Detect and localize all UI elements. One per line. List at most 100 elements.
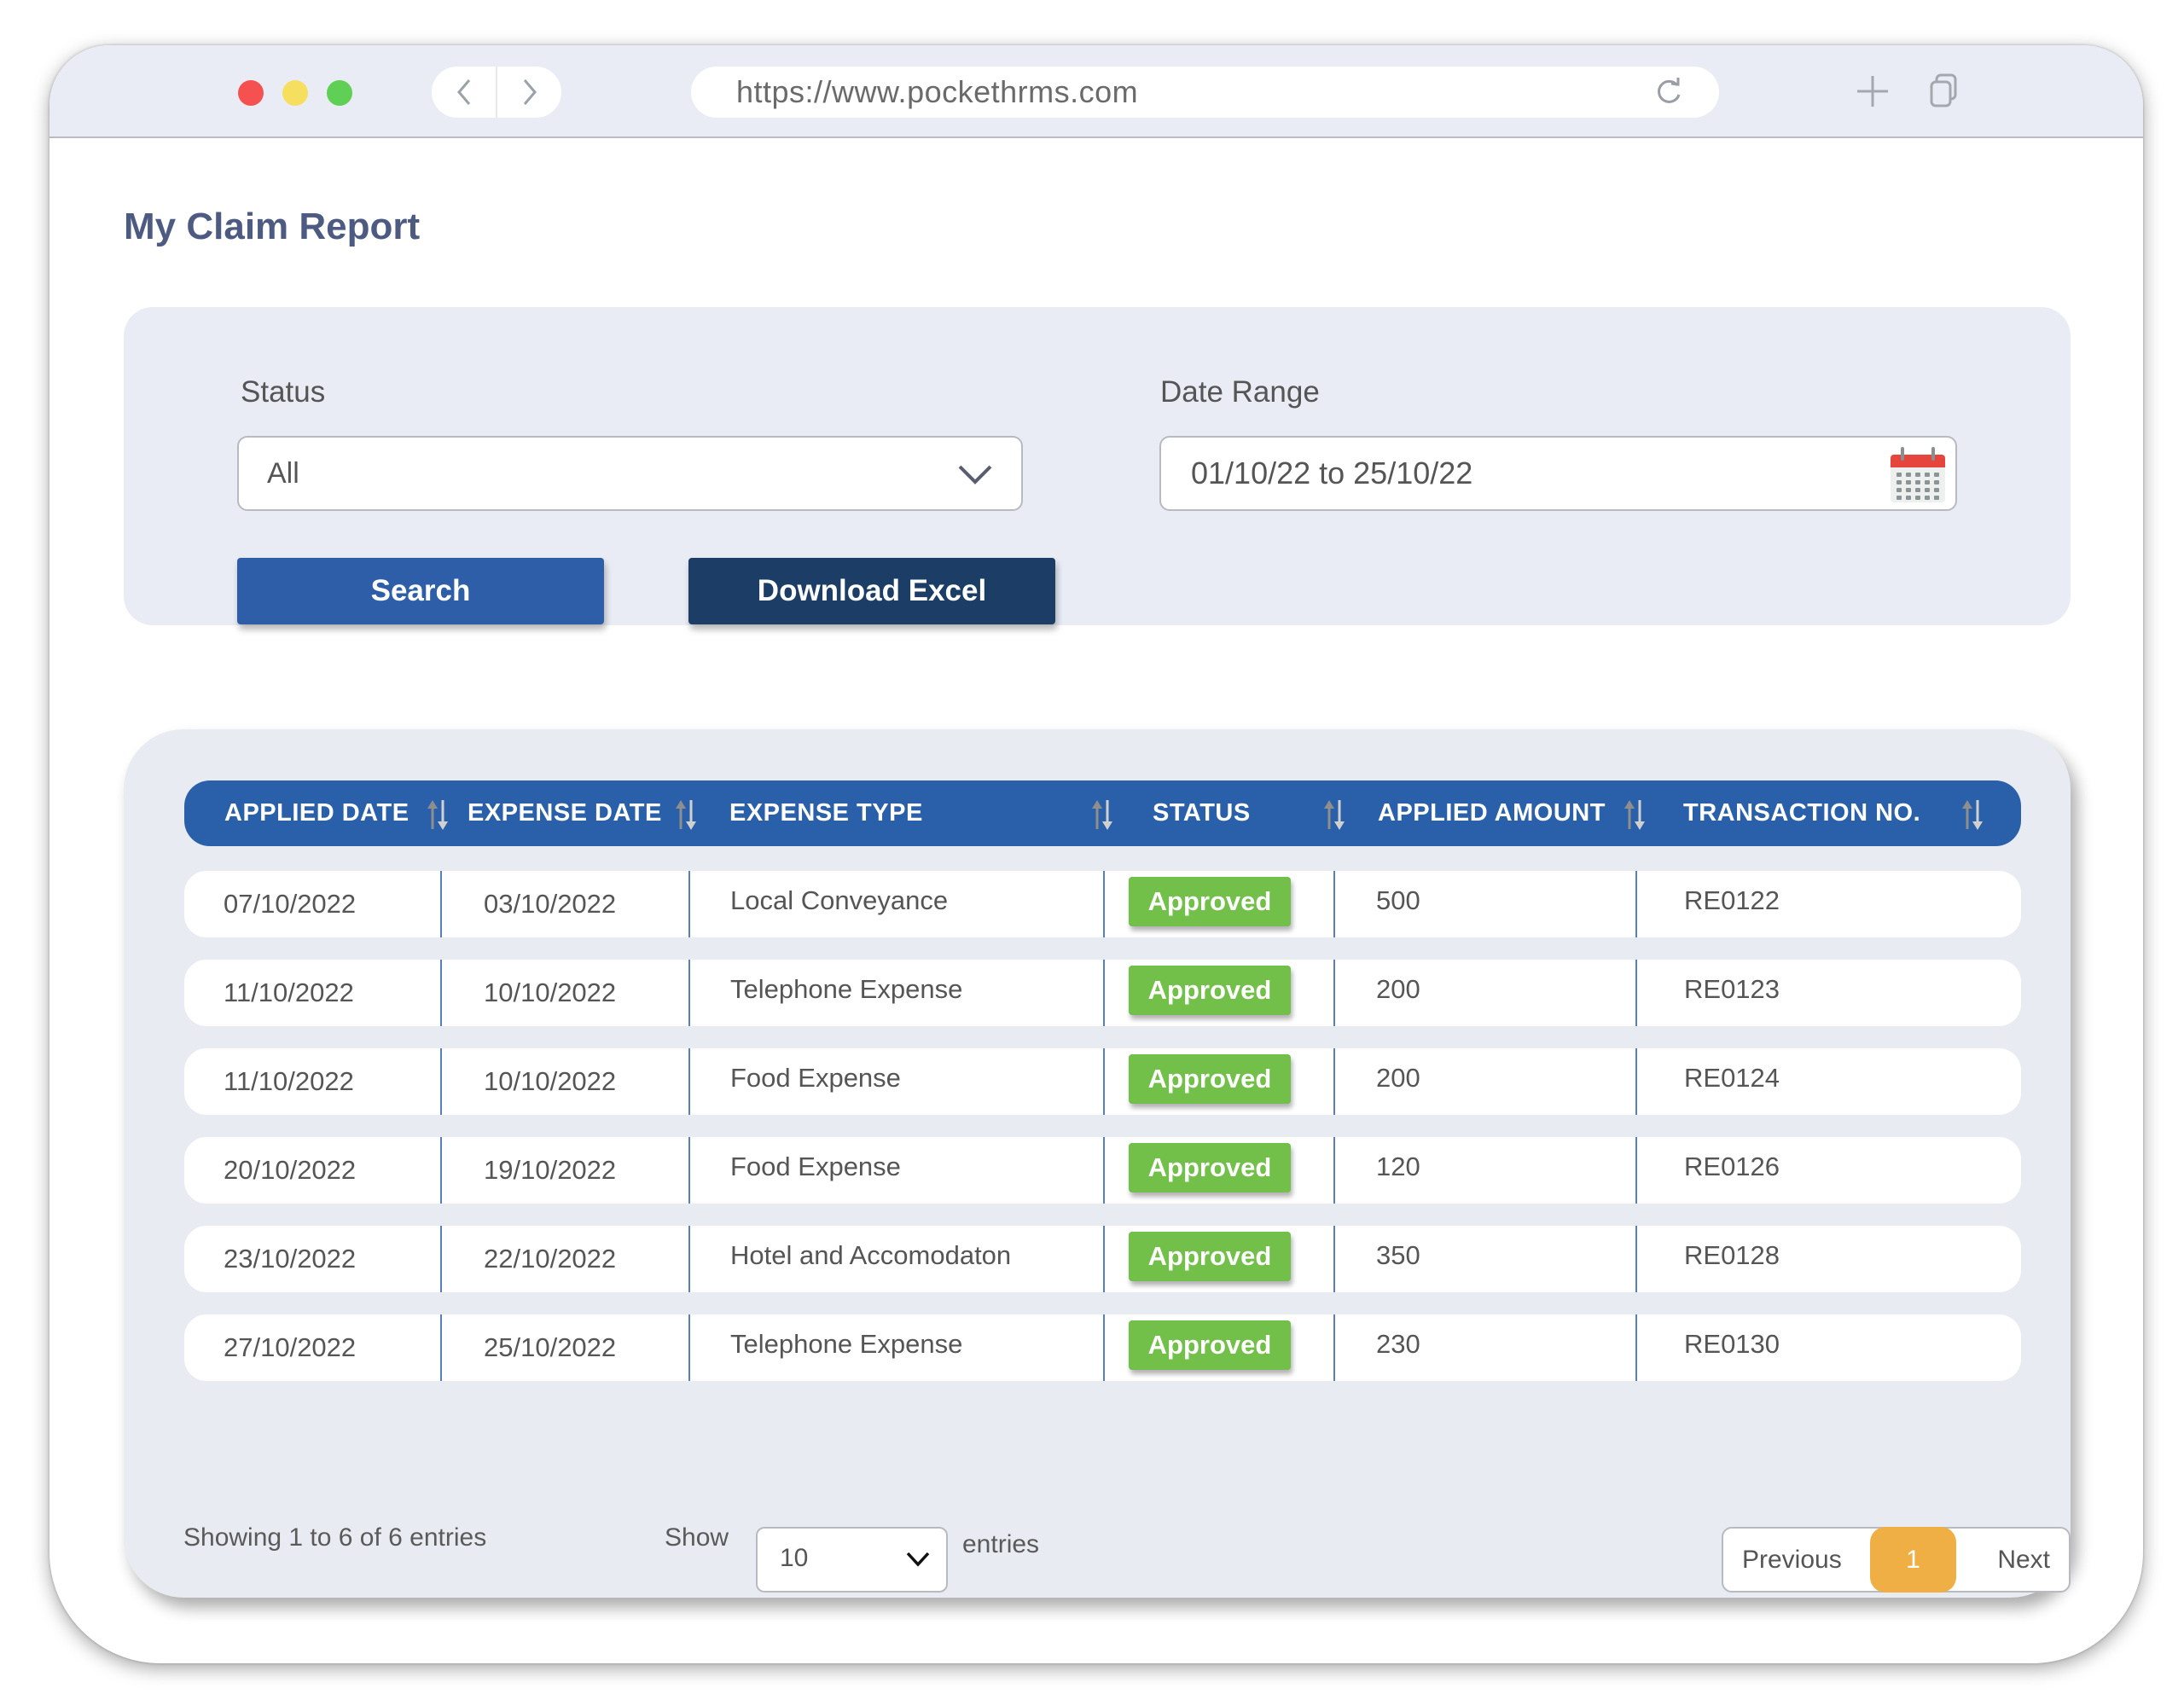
browser-toolbar: https://www.pockethrms.com — [49, 45, 2143, 138]
column-divider — [440, 1048, 442, 1115]
search-button[interactable]: Search — [237, 558, 604, 624]
applied-amount-cell: 350 — [1376, 1240, 1420, 1270]
expense-type-cell: Local Conveyance — [730, 885, 949, 915]
next-page-button[interactable]: Next — [1997, 1529, 2050, 1591]
status-badge: Approved — [1129, 1054, 1291, 1104]
column-divider — [1635, 1314, 1637, 1381]
status-select-value: All — [267, 457, 299, 490]
page-title: My Claim Report — [124, 206, 421, 247]
expense-date-cell: 03/10/2022 — [484, 889, 617, 919]
column-divider — [688, 871, 690, 937]
page-size-select[interactable]: 10 — [756, 1527, 948, 1593]
entries-info: Showing 1 to 6 of 6 entries — [183, 1523, 487, 1552]
copy-icon[interactable] — [1929, 73, 1958, 108]
address-bar[interactable]: https://www.pockethrms.com — [691, 67, 1719, 118]
column-divider — [1103, 1314, 1105, 1381]
plus-icon[interactable] — [1856, 73, 1890, 110]
date-range-label: Date Range — [1160, 375, 1320, 409]
column-header-expense-date[interactable]: EXPENSE DATE — [468, 780, 662, 846]
expense-type-cell: Hotel and Accomodaton — [730, 1240, 1012, 1270]
back-button[interactable] — [432, 67, 496, 118]
claims-table-panel: APPLIED DATE EXPENSE DATE EXPENSE TYPE S… — [124, 729, 2071, 1598]
sort-icon[interactable] — [674, 798, 698, 831]
applied-amount-cell: 200 — [1376, 974, 1420, 1004]
status-select[interactable]: All — [237, 436, 1023, 511]
date-range-value: 01/10/22 to 25/10/22 — [1191, 455, 1473, 490]
maximize-window-button[interactable] — [327, 80, 352, 106]
table-row[interactable]: 23/10/2022 22/10/2022 Hotel and Accomoda… — [184, 1226, 2021, 1292]
column-divider — [1333, 1137, 1335, 1204]
column-divider — [688, 1314, 690, 1381]
column-divider — [1103, 1226, 1105, 1292]
expense-date-cell: 10/10/2022 — [484, 1066, 617, 1096]
expense-type-cell: Telephone Expense — [730, 1329, 963, 1359]
column-divider — [1103, 1137, 1105, 1204]
sort-icon[interactable] — [1960, 798, 1984, 831]
column-divider — [688, 1137, 690, 1204]
calendar-icon[interactable] — [1889, 444, 1947, 504]
reload-icon[interactable] — [1654, 78, 1683, 107]
expense-type-cell: Food Expense — [730, 1063, 901, 1093]
column-header-applied-amount[interactable]: APPLIED AMOUNT — [1378, 780, 1606, 846]
close-window-button[interactable] — [238, 80, 264, 106]
expense-date-cell: 25/10/2022 — [484, 1332, 617, 1362]
transaction-no-cell: RE0122 — [1684, 885, 1780, 915]
column-divider — [1333, 1048, 1335, 1115]
table-row[interactable]: 07/10/2022 03/10/2022 Local Conveyance A… — [184, 871, 2021, 937]
status-badge: Approved — [1129, 1320, 1291, 1370]
date-range-input[interactable]: 01/10/22 to 25/10/22 — [1159, 436, 1957, 511]
table-row[interactable]: 11/10/2022 10/10/2022 Telephone Expense … — [184, 960, 2021, 1026]
chevron-right-icon — [523, 79, 537, 105]
column-divider — [440, 871, 442, 937]
applied-amount-cell: 200 — [1376, 1063, 1420, 1093]
column-divider — [688, 1048, 690, 1115]
column-divider — [1635, 1137, 1637, 1204]
expense-date-cell: 19/10/2022 — [484, 1155, 617, 1185]
table-row[interactable]: 11/10/2022 10/10/2022 Food Expense Appro… — [184, 1048, 2021, 1115]
download-excel-button[interactable]: Download Excel — [688, 558, 1055, 624]
status-badge: Approved — [1129, 877, 1291, 926]
column-divider — [1333, 1314, 1335, 1381]
applied-date-cell: 20/10/2022 — [224, 1155, 357, 1185]
filter-panel: Status All Date Range 01/10/22 to 25/10/… — [124, 307, 2071, 625]
expense-type-cell: Telephone Expense — [730, 974, 963, 1004]
applied-amount-cell: 120 — [1376, 1152, 1420, 1181]
column-header-status[interactable]: STATUS — [1153, 780, 1251, 846]
transaction-no-cell: RE0124 — [1684, 1063, 1780, 1093]
applied-date-cell: 11/10/2022 — [224, 1066, 354, 1096]
applied-amount-cell: 500 — [1376, 885, 1420, 915]
applied-date-cell: 11/10/2022 — [224, 978, 354, 1007]
sort-icon[interactable] — [1623, 798, 1647, 831]
page-1-button[interactable]: 1 — [1870, 1527, 1956, 1593]
transaction-no-cell: RE0130 — [1684, 1329, 1780, 1359]
previous-page-button[interactable]: Previous — [1742, 1529, 1842, 1591]
sort-icon[interactable] — [1090, 798, 1114, 831]
column-divider — [440, 1137, 442, 1204]
column-divider — [1333, 960, 1335, 1026]
minimize-window-button[interactable] — [282, 80, 308, 106]
column-header-transaction-no[interactable]: TRANSACTION NO. — [1683, 780, 1920, 846]
column-divider — [688, 1226, 690, 1292]
status-badge: Approved — [1129, 966, 1291, 1015]
entries-label: entries — [962, 1530, 1040, 1558]
column-divider — [688, 960, 690, 1026]
column-header-expense-type[interactable]: EXPENSE TYPE — [729, 780, 923, 846]
table-row[interactable]: 20/10/2022 19/10/2022 Food Expense Appro… — [184, 1137, 2021, 1204]
column-divider — [1635, 1048, 1637, 1115]
chevron-down-icon — [958, 465, 992, 484]
column-divider — [1333, 1226, 1335, 1292]
page-size-value: 10 — [780, 1544, 809, 1572]
column-divider — [440, 1226, 442, 1292]
chevron-down-icon — [906, 1552, 930, 1567]
sort-icon[interactable] — [1322, 798, 1346, 831]
column-header-applied-date[interactable]: APPLIED DATE — [224, 780, 410, 846]
browser-window: https://www.pockethrms.com My Claim Repo… — [49, 45, 2143, 1663]
transaction-no-cell: RE0123 — [1684, 974, 1780, 1004]
url-text[interactable]: https://www.pockethrms.com — [736, 67, 1138, 118]
applied-date-cell: 23/10/2022 — [224, 1244, 357, 1274]
table-row[interactable]: 27/10/2022 25/10/2022 Telephone Expense … — [184, 1314, 2021, 1381]
forward-button[interactable] — [496, 67, 561, 118]
sort-icon[interactable] — [426, 798, 450, 831]
column-divider — [1635, 960, 1637, 1026]
chevron-left-icon — [456, 79, 470, 105]
